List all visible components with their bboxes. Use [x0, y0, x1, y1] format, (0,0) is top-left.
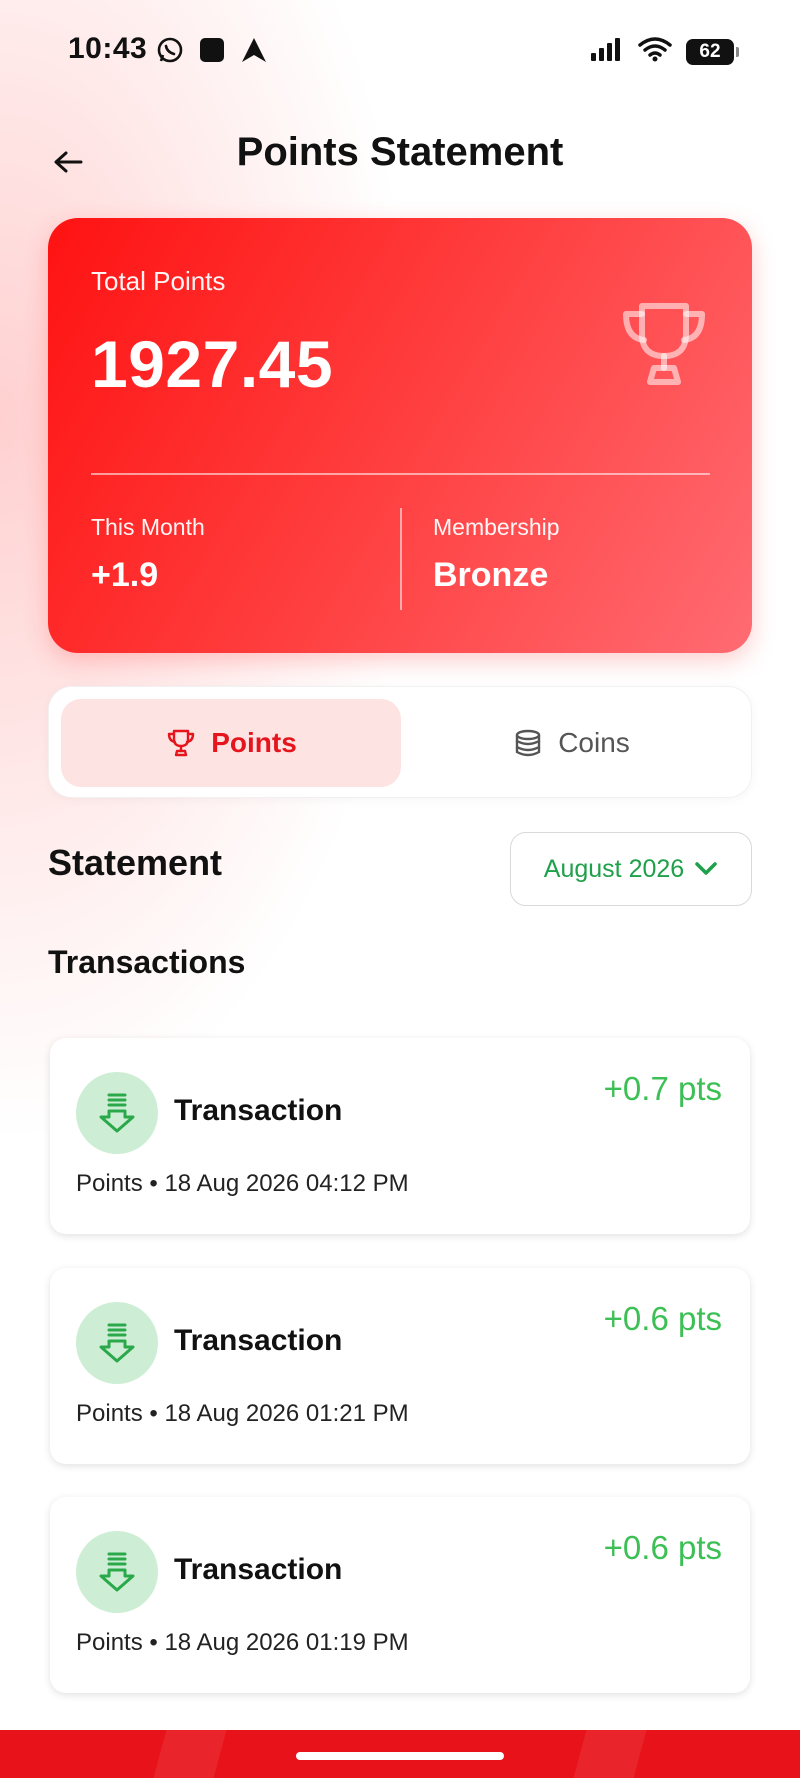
whatsapp-icon	[156, 36, 184, 69]
month-select-value: August 2026	[543, 854, 685, 883]
membership-value: Bronze	[433, 556, 549, 594]
page-title: Points Statement	[236, 130, 564, 174]
wifi-icon	[638, 36, 672, 67]
trophy-icon	[618, 298, 710, 395]
trophy-icon	[168, 729, 195, 757]
transaction-amount: +0.7 pts	[603, 1070, 722, 1107]
transaction-title: Transaction	[174, 1094, 343, 1127]
battery-level: 62	[699, 40, 721, 62]
transaction-title: Transaction	[174, 1553, 343, 1586]
tab-points[interactable]: Points	[61, 699, 401, 787]
membership-label: Membership	[433, 514, 560, 540]
transaction-title: Transaction	[174, 1324, 343, 1357]
download-arrow-icon	[76, 1072, 158, 1154]
arrow-app-icon	[240, 36, 268, 69]
transaction-amount: +0.6 pts	[603, 1529, 722, 1566]
tab-coins-label: Coins	[558, 727, 630, 758]
tab-points-label: Points	[211, 727, 297, 758]
battery-icon: 62	[686, 38, 739, 65]
transactions-title: Transactions	[48, 944, 246, 980]
total-points-value: 1927.45	[91, 327, 334, 401]
status-bar: 10:43 62	[0, 0, 800, 100]
status-app-icons	[156, 36, 268, 69]
signal-icon	[590, 37, 624, 66]
bottom-bar-stripe	[153, 1730, 227, 1778]
square-app-icon	[198, 36, 226, 69]
this-month-label: This Month	[91, 514, 205, 540]
points-summary-card: Total Points 1927.45 This Month +1.9 Mem…	[48, 218, 752, 653]
chevron-down-icon	[695, 862, 717, 875]
transaction-card[interactable]: Transaction +0.6 pts Points • 18 Aug 202…	[50, 1497, 750, 1693]
transaction-meta: Points • 18 Aug 2026 01:21 PM	[76, 1400, 409, 1427]
this-month-value: +1.9	[91, 556, 159, 594]
transaction-card[interactable]: Transaction +0.7 pts Points • 18 Aug 202…	[50, 1038, 750, 1234]
card-divider	[91, 473, 710, 475]
coins-icon	[516, 729, 541, 757]
points-coins-tabs: Points Coins	[48, 686, 752, 798]
transaction-amount: +0.6 pts	[603, 1300, 722, 1337]
statement-title: Statement	[48, 842, 223, 883]
tab-coins[interactable]: Coins	[401, 699, 741, 787]
month-select[interactable]: August 2026	[510, 832, 752, 906]
transaction-meta: Points • 18 Aug 2026 04:12 PM	[76, 1170, 409, 1197]
status-right: 62	[590, 36, 739, 67]
status-time: 10:43	[68, 32, 148, 65]
download-arrow-icon	[76, 1531, 158, 1613]
card-vertical-divider	[400, 508, 402, 610]
transaction-card[interactable]: Transaction +0.6 pts Points • 18 Aug 202…	[50, 1268, 750, 1464]
bottom-bar-stripe	[573, 1730, 647, 1778]
home-indicator[interactable]	[296, 1752, 504, 1760]
total-points-label: Total Points	[91, 266, 226, 296]
download-arrow-icon	[76, 1302, 158, 1384]
transaction-meta: Points • 18 Aug 2026 01:19 PM	[76, 1629, 409, 1656]
